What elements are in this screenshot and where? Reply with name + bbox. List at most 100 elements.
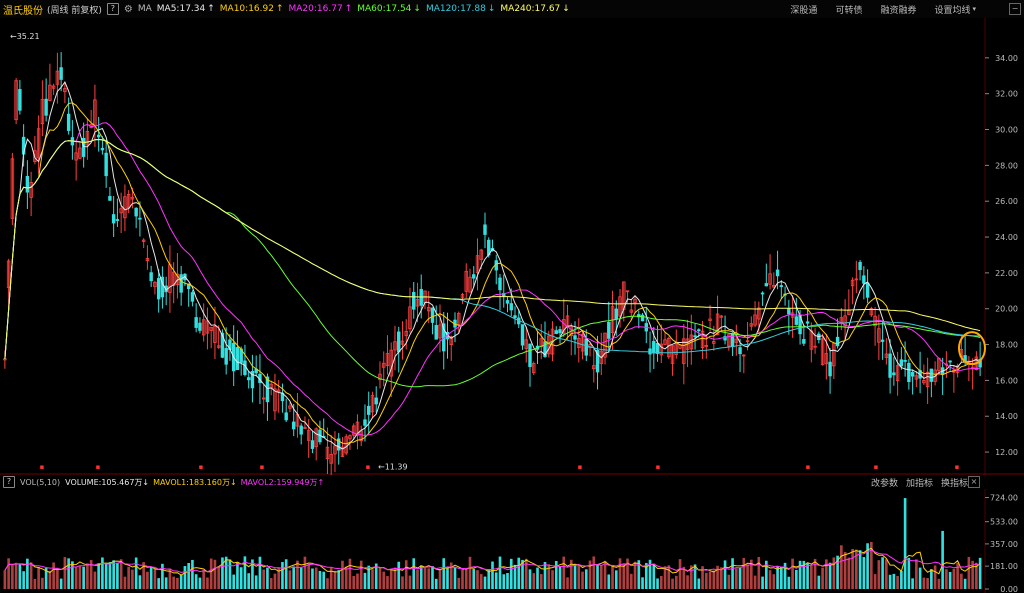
price-chart[interactable]: 34.00 32.00 30.00 28.00 26.00 24.00 22.00 20.00… [0, 18, 1024, 475]
volume-bar [697, 578, 701, 589]
candle-body [528, 343, 532, 367]
chevron-down-icon[interactable]: ▾ [972, 5, 976, 13]
volume-bar [11, 564, 14, 589]
event-flag-icon: ▪ [955, 463, 960, 471]
volume-bar [254, 575, 258, 589]
volume-tick-label: 181.00 [990, 562, 1018, 571]
volume-bar [907, 557, 911, 589]
volume-bar [389, 569, 393, 589]
volume-bar [71, 561, 74, 589]
volume-bar [378, 567, 382, 589]
volume-bar [101, 557, 104, 589]
event-flag-icon: ▪ [806, 463, 811, 471]
volume-bar [138, 575, 142, 589]
event-flag-icon: ▪ [260, 463, 265, 471]
candle-body [862, 275, 866, 284]
volume-bar [112, 560, 115, 589]
volume-bar [119, 559, 123, 589]
link-margin-trading[interactable]: 融资融券 [880, 3, 916, 16]
help-button[interactable]: ? [106, 3, 119, 15]
volume-bar [479, 574, 483, 589]
price-tick-label: 18.00 [995, 341, 1018, 350]
volume-bar [269, 578, 273, 589]
volume-bar [622, 563, 626, 589]
volume-bar [59, 578, 63, 589]
volume-bar [431, 566, 434, 589]
volume-help-button[interactable]: ? [3, 476, 15, 488]
volume-bar [900, 570, 903, 589]
volume-bar [723, 560, 727, 589]
volume-bar [258, 556, 262, 589]
candle-body [858, 261, 862, 271]
volume-bar [806, 563, 809, 589]
volume-chart[interactable]: 724.00 533.00 357.00 181.00 0.00 [0, 489, 1024, 593]
volume-bar [892, 573, 896, 589]
candle-body [805, 321, 810, 324]
volume-bar-group [3, 498, 982, 589]
volume-bar [498, 556, 502, 589]
volume-bar [656, 578, 659, 589]
price-tick-label: 20.00 [995, 305, 1018, 314]
volume-bar [284, 559, 288, 589]
volume-bar [56, 567, 59, 589]
volume-bar [562, 556, 566, 589]
volume-bar [678, 559, 682, 589]
gear-icon[interactable]: ⚙ [124, 4, 133, 15]
chart-mode[interactable]: (周线 前复权) [47, 3, 102, 16]
volume-indicator-label: VOL(5,10) [20, 477, 61, 487]
volume-bar [532, 573, 536, 589]
volume-tick-label: 0.00 [1000, 585, 1018, 593]
volume-bar [581, 571, 584, 589]
volume-bar [618, 558, 622, 589]
volume-bar [307, 563, 311, 589]
candle-body [81, 137, 86, 157]
candle-body [899, 359, 904, 367]
add-indicator-button[interactable]: 加指标 [906, 476, 933, 489]
volume-bar [674, 575, 678, 589]
volume-bar [116, 562, 119, 589]
candle-body [149, 272, 153, 282]
switch-indicator-button[interactable]: 换指标 [941, 476, 968, 489]
volume-bar [262, 569, 266, 589]
candle-body [607, 322, 611, 339]
volume-bar [851, 548, 854, 589]
candle-body [948, 360, 952, 363]
link-hk-connect[interactable]: 深股通 [790, 3, 817, 16]
candle-body [520, 324, 525, 346]
volume-bar [446, 568, 449, 589]
ma-indicator-4: MA120:17.88 ↓ [425, 4, 496, 14]
volume-bar [404, 560, 408, 589]
link-set-ma[interactable]: 设置均线 [934, 3, 970, 16]
volume-bar [344, 566, 348, 589]
volume-bar [671, 578, 674, 589]
candle-body [397, 331, 401, 353]
volume-bar [663, 566, 667, 589]
minimize-button[interactable]: − [1009, 3, 1021, 15]
chart-header: 温氏股份 (周线 前复权) ? ⚙ MA MA5:17.34 ↑ MA10:16.9… [0, 0, 1024, 18]
volume-bar [828, 562, 832, 589]
volume-bar [78, 565, 82, 589]
volume-bar [888, 574, 892, 589]
link-convertible-bond[interactable]: 可转债 [835, 3, 862, 16]
volume-bar [442, 558, 446, 589]
candle-body [730, 332, 735, 347]
volume-bar [157, 578, 160, 589]
price-tick-label: 26.00 [995, 197, 1018, 206]
volume-bar [146, 571, 149, 589]
volume-bar [476, 570, 479, 589]
candle-body [138, 217, 142, 220]
candle-body [652, 340, 656, 354]
volume-bar [104, 562, 108, 589]
ma-trend-arrow: ↓ [487, 4, 496, 14]
volume-bar [491, 561, 494, 589]
volume-bar [281, 562, 284, 589]
volume-bar [517, 557, 521, 589]
edit-params-button[interactable]: 改参数 [871, 476, 898, 489]
stock-name[interactable]: 温氏股份 [3, 2, 43, 17]
close-icon[interactable]: × [968, 476, 980, 488]
volume-bar [611, 565, 614, 589]
volume-bar [693, 564, 697, 589]
volume-bar [202, 569, 205, 589]
volume-bar [41, 577, 44, 589]
volume-bar [945, 569, 948, 589]
